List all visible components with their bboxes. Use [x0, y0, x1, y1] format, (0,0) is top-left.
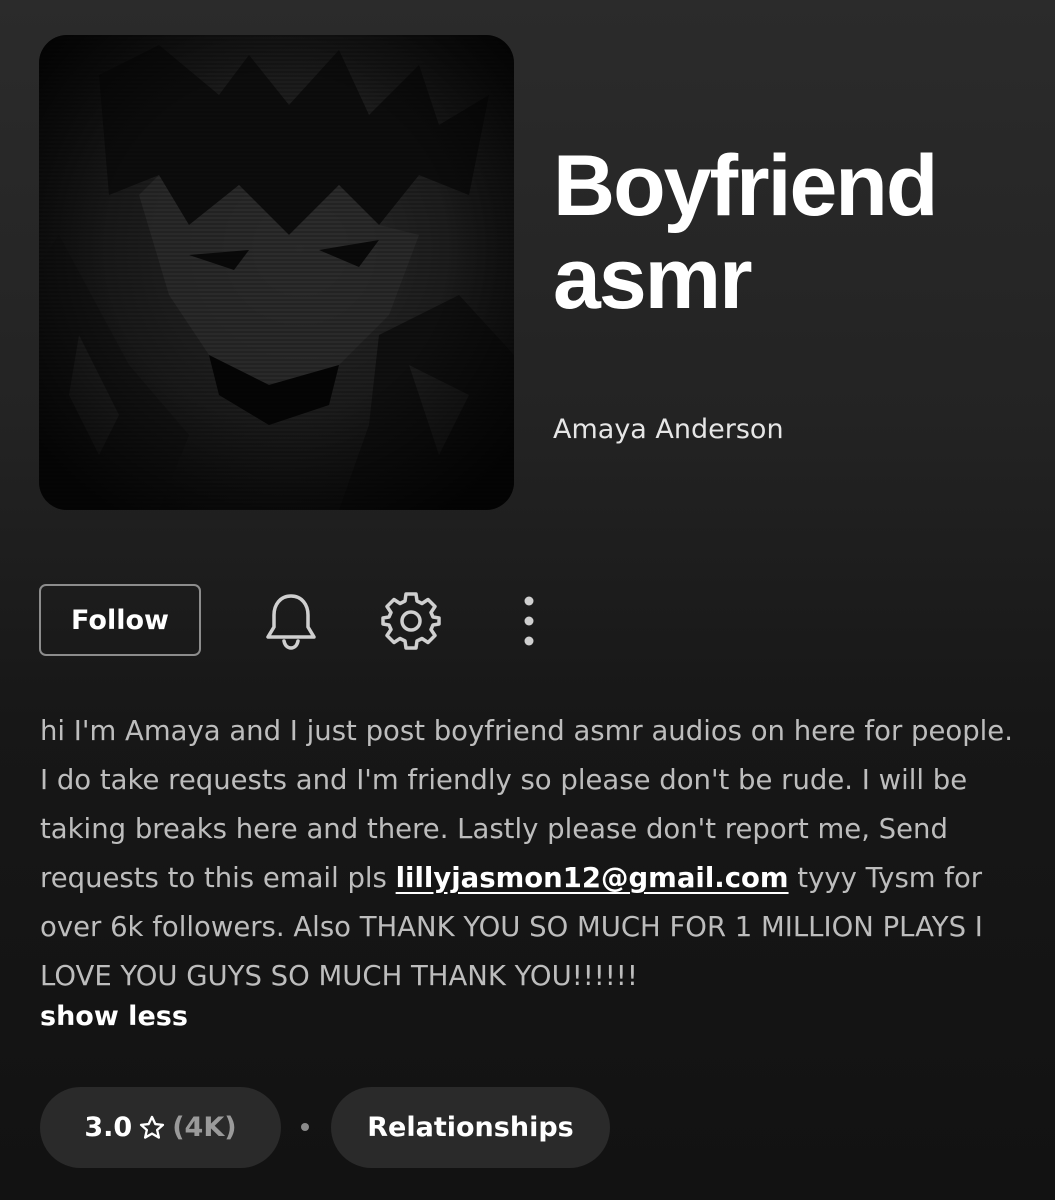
rating-pill[interactable]: 3.0 (4K): [40, 1087, 281, 1168]
show-less-toggle[interactable]: show less: [40, 1001, 188, 1032]
settings-button[interactable]: [376, 586, 446, 656]
rating-count: (4K): [172, 1112, 237, 1143]
bell-icon: [266, 594, 316, 650]
podcast-author[interactable]: Amaya Anderson: [553, 414, 784, 445]
follow-button[interactable]: Follow: [39, 584, 201, 656]
rating-value: 3.0: [84, 1112, 133, 1143]
cover-illustration: [39, 35, 514, 510]
category-pill[interactable]: Relationships: [331, 1087, 610, 1168]
star-outline-icon: [140, 1115, 165, 1139]
more-options-button[interactable]: [494, 586, 564, 656]
podcast-description: hi I'm Amaya and I just post boyfriend a…: [40, 707, 1025, 1001]
more-vertical-icon: [524, 596, 534, 646]
notifications-button[interactable]: [256, 586, 326, 656]
separator-dot: [301, 1123, 309, 1131]
gear-icon: [381, 592, 441, 650]
email-link[interactable]: lillyjasmon12@gmail.com: [396, 862, 789, 894]
podcast-title: Boyfriend asmr: [553, 138, 938, 327]
podcast-cover-art: [39, 35, 514, 510]
